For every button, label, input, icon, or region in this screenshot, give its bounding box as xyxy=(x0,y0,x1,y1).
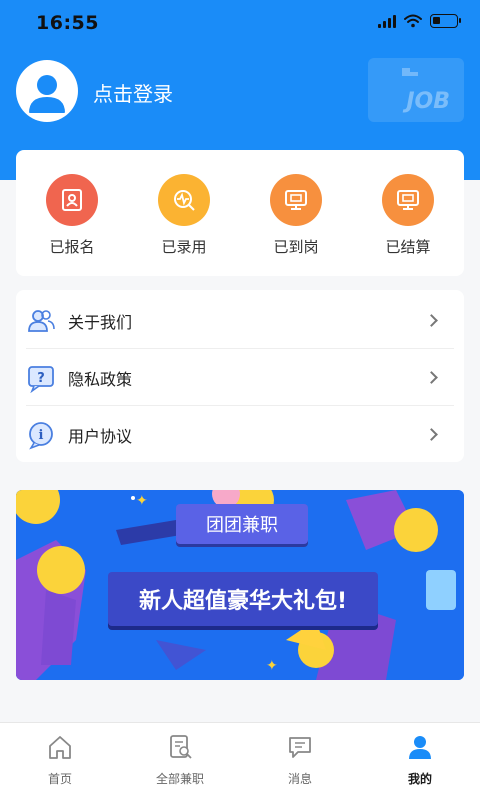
wifi-icon xyxy=(404,14,422,28)
menu-label: 隐私政策 xyxy=(68,369,133,389)
status-time: 16:55 xyxy=(36,12,99,34)
users-icon xyxy=(28,309,55,332)
svg-text:i: i xyxy=(39,428,44,443)
banner-title: 新人超值豪华大礼包! xyxy=(108,572,378,626)
monitor-icon xyxy=(382,174,434,226)
user-avatar-icon xyxy=(29,75,65,113)
tag-icon xyxy=(402,68,418,76)
svg-text:?: ? xyxy=(37,371,45,386)
chevron-right-icon xyxy=(425,428,438,441)
tab-label: 首页 xyxy=(47,772,72,786)
status-bar: 16:55 xyxy=(0,0,480,46)
battery-icon xyxy=(430,14,461,28)
status-hired[interactable]: 已录用 xyxy=(144,174,224,257)
user-icon xyxy=(409,736,431,759)
status-on-duty[interactable]: 已到岗 xyxy=(256,174,336,257)
home-icon xyxy=(49,736,71,759)
form-icon xyxy=(46,174,98,226)
tab-mine[interactable]: 我的 xyxy=(360,723,480,800)
settings-menu: 关于我们 ? 隐私政策 i 用户协议 xyxy=(16,290,464,462)
status-label: 已录用 xyxy=(161,238,207,256)
menu-item-user-agreement[interactable]: i 用户协议 xyxy=(16,406,464,463)
tab-messages[interactable]: 消息 xyxy=(240,723,360,800)
message-icon xyxy=(289,737,311,758)
status-signed-up[interactable]: 已报名 xyxy=(32,174,112,257)
bottom-tab-bar: 首页 全部兼职 消息 我的 xyxy=(0,722,480,800)
tab-home[interactable]: 首页 xyxy=(0,723,120,800)
menu-item-privacy[interactable]: ? 隐私政策 xyxy=(16,349,464,406)
svg-text:✦: ✦ xyxy=(266,658,278,674)
info-icon: i xyxy=(29,421,53,450)
question-icon: ? xyxy=(28,365,54,393)
signal-icon xyxy=(378,14,396,28)
avatar[interactable] xyxy=(16,60,78,122)
login-link[interactable]: 点击登录 xyxy=(93,78,173,107)
status-icons xyxy=(378,14,461,28)
document-search-icon xyxy=(170,735,192,759)
pulse-icon xyxy=(158,174,210,226)
svg-text:✦: ✦ xyxy=(136,493,148,509)
promo-banner[interactable]: ✦ ✦ 团团兼职 新人超值豪华大礼包! xyxy=(16,490,464,680)
status-label: 已到岗 xyxy=(273,238,319,256)
tab-label: 我的 xyxy=(407,772,432,786)
job-badge-text: JOB xyxy=(406,89,450,114)
status-label: 已结算 xyxy=(385,238,431,256)
job-badge: JOB xyxy=(368,58,464,122)
status-label: 已报名 xyxy=(49,238,95,256)
tab-label: 消息 xyxy=(287,772,312,786)
application-status-card: 已报名 已录用 已到岗 已结算 xyxy=(16,150,464,276)
menu-label: 用户协议 xyxy=(68,426,133,446)
menu-label: 关于我们 xyxy=(68,312,133,332)
chevron-right-icon xyxy=(425,371,438,384)
tab-label: 全部兼职 xyxy=(155,772,204,786)
monitor-icon xyxy=(270,174,322,226)
tab-all-jobs[interactable]: 全部兼职 xyxy=(120,723,240,800)
status-settled[interactable]: 已结算 xyxy=(368,174,448,257)
menu-item-about[interactable]: 关于我们 xyxy=(16,292,464,349)
chevron-right-icon xyxy=(425,314,438,327)
banner-tag: 团团兼职 xyxy=(176,504,308,544)
